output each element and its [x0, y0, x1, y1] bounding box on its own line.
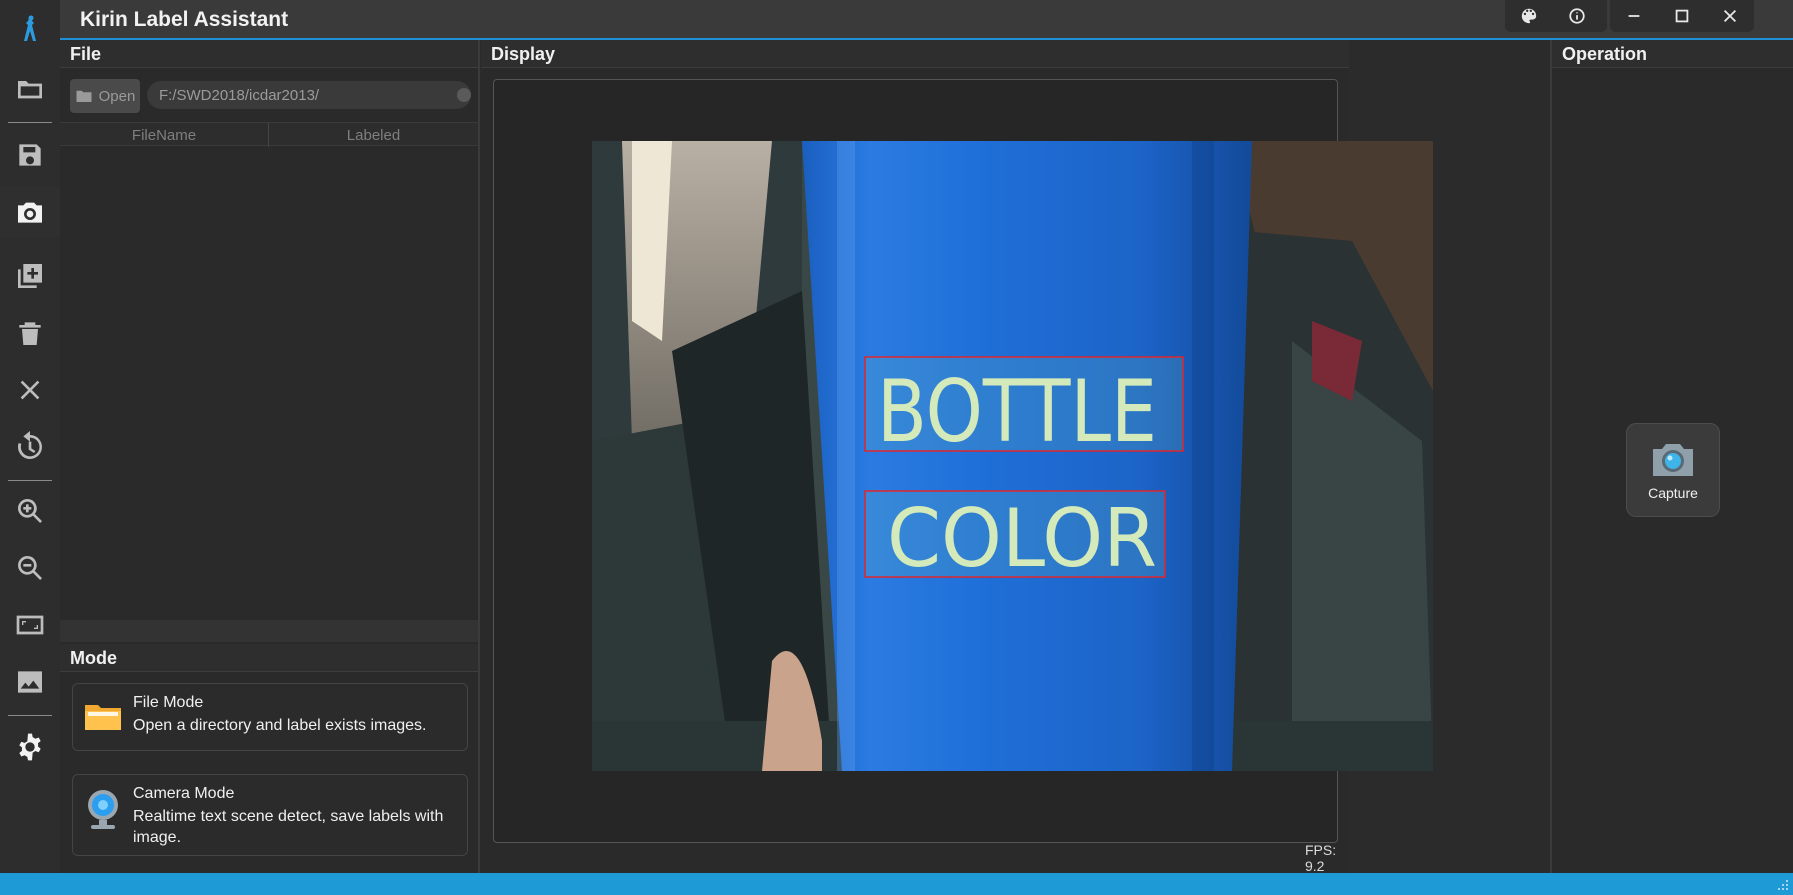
camera-mode-title: Camera Mode — [133, 785, 235, 802]
detection-box-2 — [864, 490, 1166, 578]
app-window: Kirin Label Assistant File Open F:/SWD20… — [0, 0, 1793, 895]
file-mode-title: File Mode — [133, 694, 204, 711]
title-bar: Kirin Label Assistant — [60, 0, 1793, 40]
camera-preview-image[interactable]: BOTTLE COLOR — [592, 141, 1433, 771]
mode-panel-title: Mode — [60, 644, 478, 672]
detection-box-1 — [864, 356, 1184, 452]
display-frame: BOTTLE COLOR — [493, 79, 1433, 843]
display-panel-title: Display — [481, 40, 1349, 68]
camera-icon[interactable] — [0, 187, 60, 237]
open-button[interactable]: Open — [70, 79, 140, 113]
history-icon[interactable] — [0, 422, 60, 472]
fit-screen-icon[interactable] — [0, 600, 60, 650]
resize-grip-icon[interactable] — [1777, 879, 1789, 891]
tool-sidebar — [0, 0, 60, 873]
file-panel-title: File — [60, 40, 478, 68]
palette-icon — [1521, 8, 1537, 24]
info-button[interactable] — [1553, 0, 1601, 32]
close-window-icon — [1723, 9, 1737, 23]
folder-icon[interactable] — [0, 64, 60, 114]
file-mode-card[interactable]: File Mode Open a directory and label exi… — [72, 683, 468, 751]
app-title: Kirin Label Assistant — [80, 8, 289, 31]
webcam-icon — [88, 790, 118, 829]
path-input[interactable] — [147, 81, 471, 109]
file-table-scrollbar[interactable] — [60, 620, 478, 642]
display-panel: Display FPS: 9.2 — [481, 40, 1433, 874]
window-controls — [1610, 0, 1754, 32]
file-panel: File Open FileName Labeled Mode File Mod… — [60, 40, 480, 873]
column-labeled[interactable]: Labeled — [269, 123, 478, 147]
file-table-body[interactable] — [60, 147, 478, 660]
camera-mode-desc: Realtime text scene detect, save labels … — [133, 808, 444, 846]
maximize-button[interactable] — [1658, 0, 1706, 32]
save-icon[interactable] — [0, 130, 60, 180]
palette-button[interactable] — [1505, 0, 1553, 32]
open-button-label: Open — [98, 87, 136, 105]
file-table-header: FileName Labeled — [60, 122, 478, 147]
image-icon[interactable] — [0, 657, 60, 707]
minimize-button[interactable] — [1610, 0, 1658, 32]
settings-icon[interactable] — [0, 722, 60, 772]
operation-panel: Operation Capture — [1550, 40, 1793, 873]
status-bar — [0, 873, 1793, 895]
open-folder-icon — [76, 90, 92, 102]
add-image-icon[interactable] — [0, 251, 60, 301]
close-window-button[interactable] — [1706, 0, 1754, 32]
capture-camera-icon — [1653, 444, 1693, 476]
camera-mode-card[interactable]: Camera Mode Realtime text scene detect, … — [72, 774, 468, 856]
zoom-in-icon[interactable] — [0, 486, 60, 536]
column-filename[interactable]: FileName — [60, 123, 269, 147]
app-logo-icon — [0, 4, 60, 54]
zoom-out-icon[interactable] — [0, 543, 60, 593]
path-scroll-handle[interactable] — [457, 88, 471, 102]
capture-label: Capture — [1648, 485, 1698, 501]
theme-info-group — [1505, 0, 1607, 32]
close-icon[interactable] — [0, 365, 60, 415]
capture-button[interactable]: Capture — [1626, 423, 1720, 517]
fps-readout: FPS: 9.2 — [1305, 842, 1337, 874]
maximize-icon — [1675, 9, 1689, 23]
file-mode-folder-icon — [85, 705, 121, 730]
trash-icon[interactable] — [0, 308, 60, 358]
file-mode-desc: Open a directory and label exists images… — [133, 717, 427, 734]
operation-panel-title: Operation — [1552, 40, 1793, 68]
